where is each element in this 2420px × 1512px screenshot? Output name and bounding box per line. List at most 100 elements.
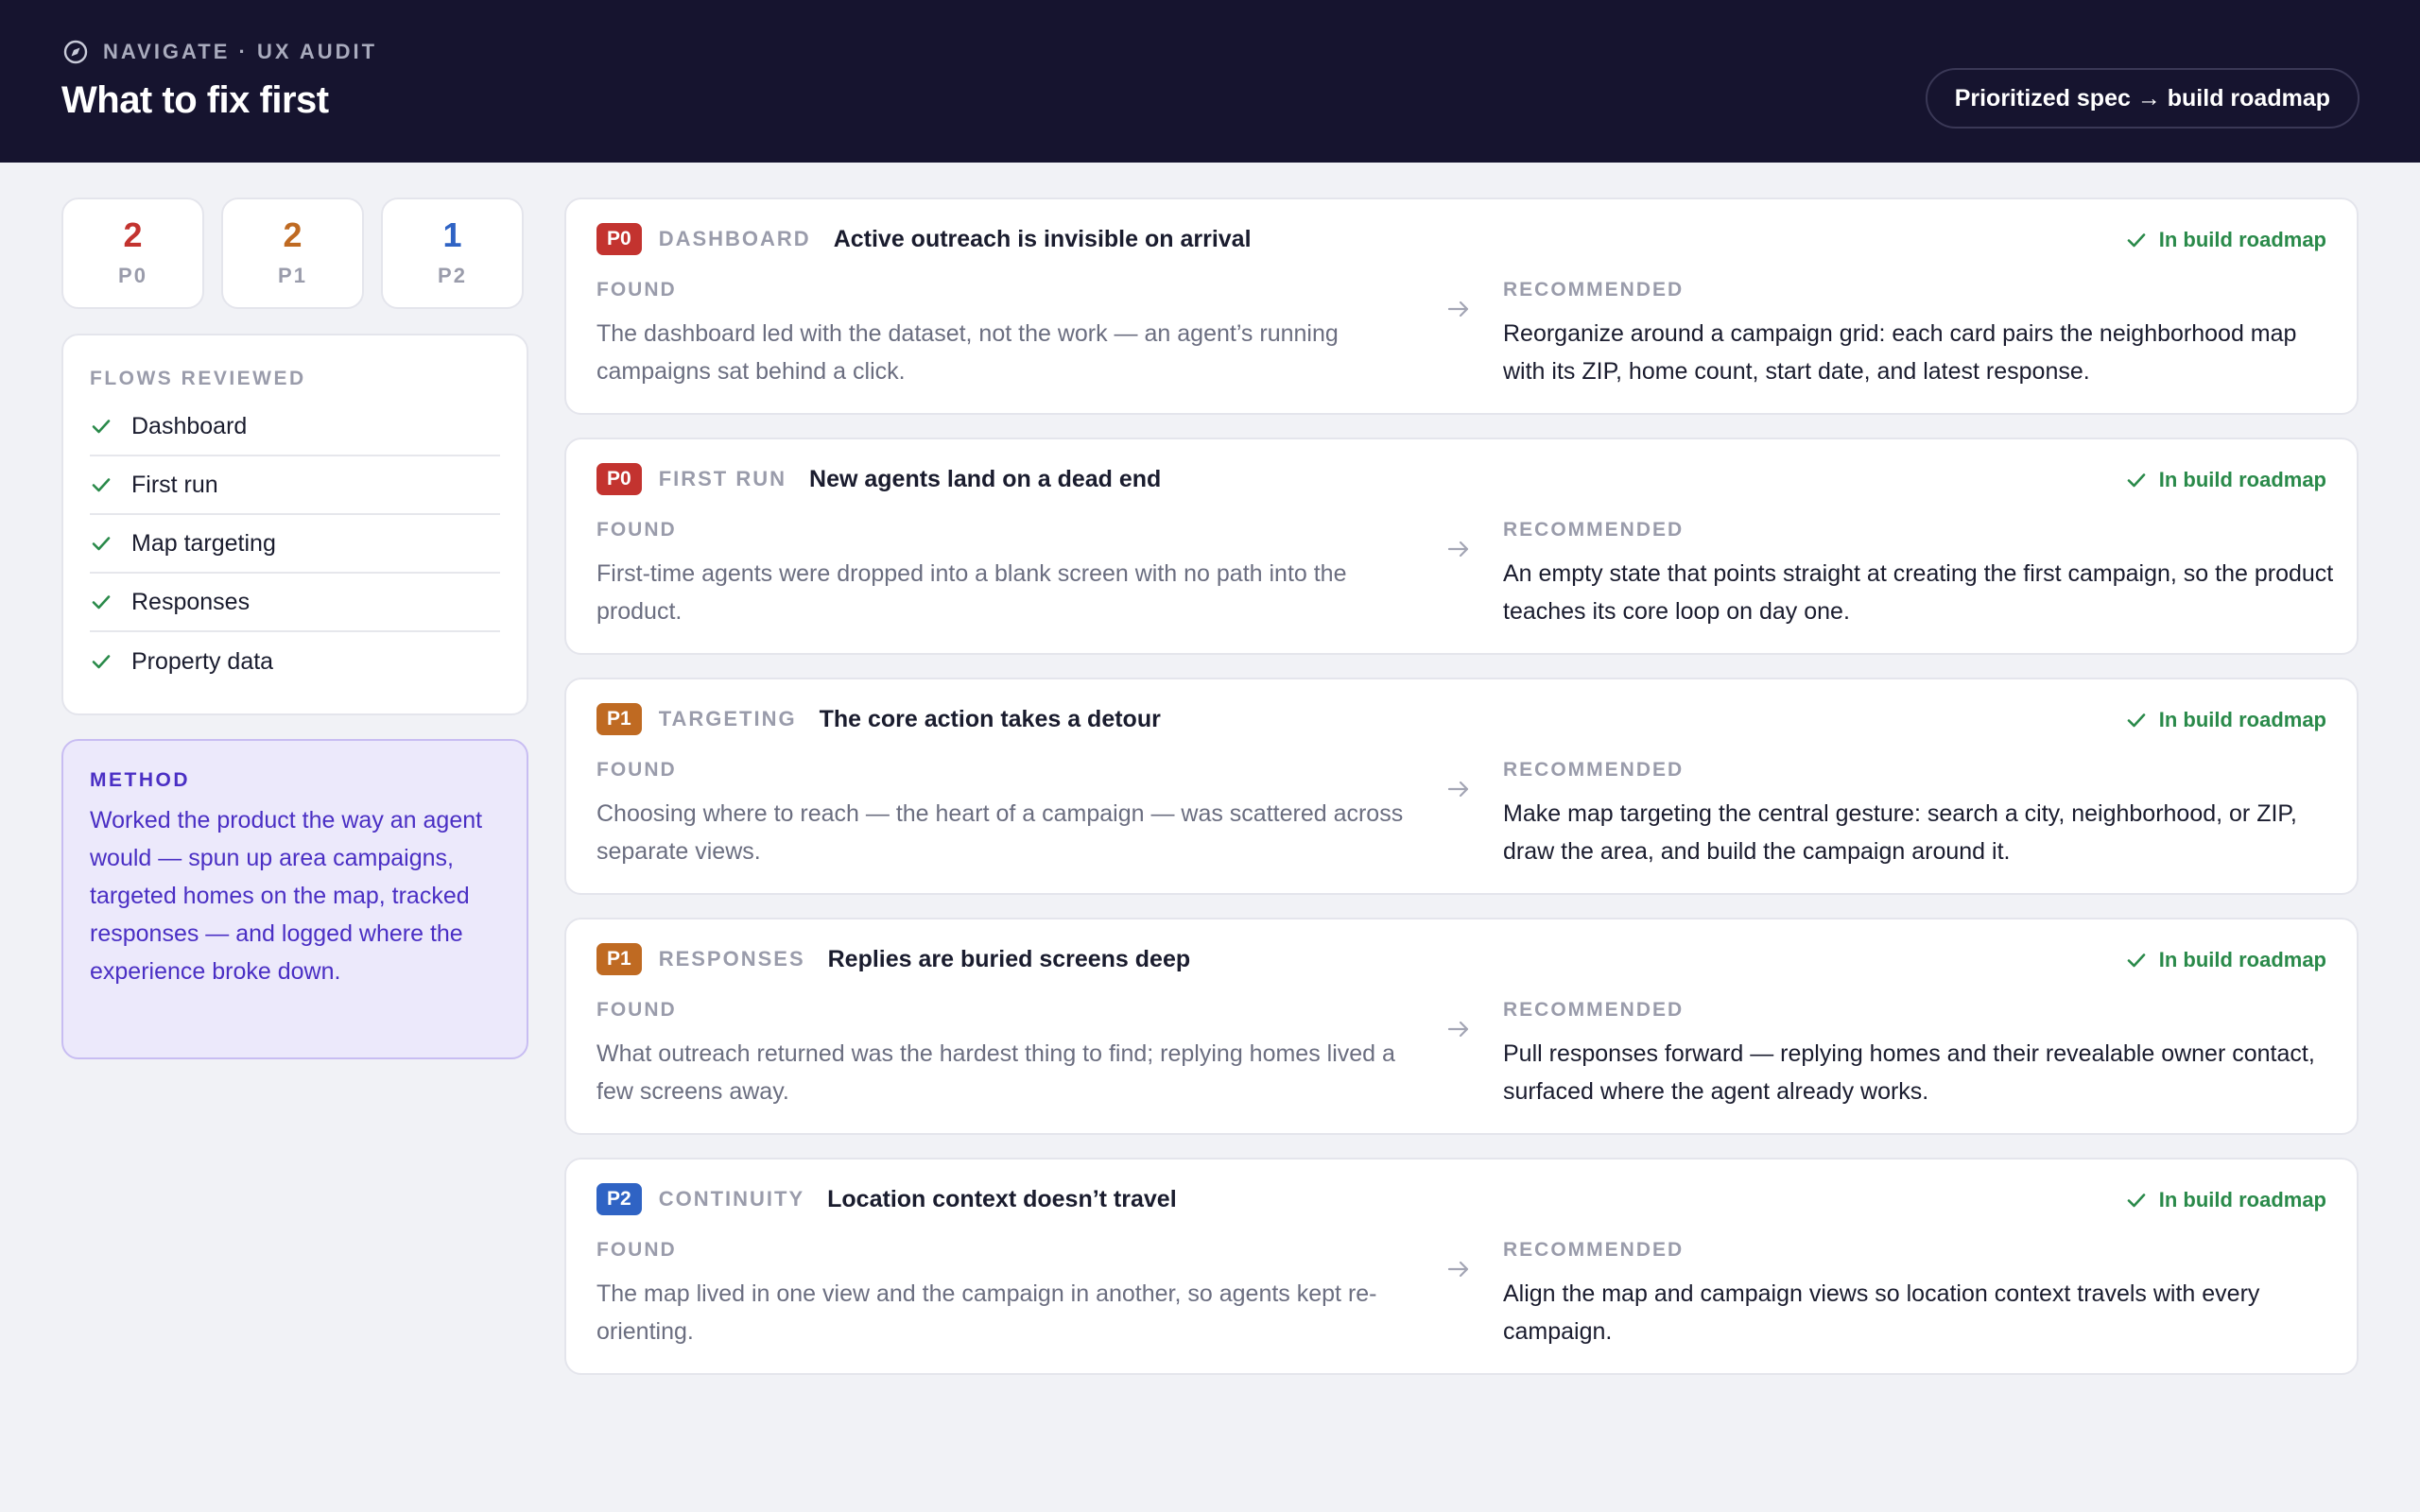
status-label: In build roadmap [2158, 1188, 2326, 1211]
method-panel: METHOD Worked the product the way an age… [61, 739, 528, 1059]
recommended-text: An empty state that points straight at c… [1503, 560, 2334, 625]
finding-area: TARGETING [658, 707, 797, 730]
arrow-right-icon [1445, 1256, 1472, 1282]
finding-area: FIRST RUN [658, 467, 787, 490]
finding-area: CONTINUITY [658, 1187, 805, 1211]
check-icon [2125, 469, 2148, 491]
recommended-label: RECOMMENDED [1503, 999, 1685, 1021]
header: NAVIGATE · UX AUDIT What to fix first Pr… [0, 0, 2420, 163]
finding-title: Location context doesn’t travel [827, 1185, 1177, 1212]
finding-header: P1 RESPONSES Replies are buried screens … [596, 942, 1190, 976]
finding-card: P1 RESPONSES Replies are buried screens … [564, 918, 2359, 1135]
roadmap-status: In build roadmap [2125, 946, 2326, 974]
found-text: The map lived in one view and the campai… [596, 1280, 1377, 1345]
finding-card: P2 CONTINUITY Location context doesn’t t… [564, 1158, 2359, 1375]
check-icon [2125, 949, 2148, 971]
flow-label: Map targeting [131, 529, 276, 557]
check-icon [90, 532, 112, 555]
finding-area: RESPONSES [658, 947, 805, 971]
status-label: In build roadmap [2158, 708, 2326, 731]
priority-badge: P0 [596, 463, 642, 495]
page-title: What to fix first [61, 79, 329, 121]
flow-item: First run [90, 456, 500, 515]
found-label: FOUND [596, 759, 677, 781]
count-label: P1 [278, 264, 307, 287]
recommended-label: RECOMMENDED [1503, 1239, 1685, 1261]
count-card-p1: 2 P1 [221, 198, 364, 309]
status-label: In build roadmap [2158, 228, 2326, 251]
finding-title: Active outreach is invisible on arrival [833, 225, 1252, 252]
found-label: FOUND [596, 279, 677, 301]
flow-label: Dashboard [131, 412, 248, 439]
compass-icon [61, 38, 90, 66]
arrow-right-icon [1445, 776, 1472, 802]
check-icon [2125, 709, 2148, 731]
check-icon [90, 650, 112, 673]
recommended-text: Align the map and campaign views so loca… [1503, 1280, 2260, 1345]
priority-badge: P1 [596, 703, 642, 735]
recommended-text: Reorganize around a campaign grid: each … [1503, 320, 2297, 385]
found-label: FOUND [596, 999, 677, 1021]
finding-header: P0 FIRST RUN New agents land on a dead e… [596, 462, 1161, 496]
found-text: Choosing where to reach — the heart of a… [596, 800, 1404, 865]
roadmap-status: In build roadmap [2125, 466, 2326, 494]
count-value: 1 [442, 215, 462, 254]
count-card-p0: 2 P0 [61, 198, 204, 309]
recommended-text: Make map targeting the central gesture: … [1503, 800, 2297, 865]
check-icon [2125, 229, 2148, 251]
priority-badge: P1 [596, 943, 642, 975]
found-text: What outreach returned was the hardest t… [596, 1040, 1395, 1105]
found-text: First-time agents were dropped into a bl… [596, 560, 1347, 625]
found-label: FOUND [596, 1239, 677, 1261]
finding-card: P1 TARGETING The core action takes a det… [564, 678, 2359, 895]
flow-item: Map targeting [90, 515, 500, 574]
flow-item: Responses [90, 574, 500, 632]
priority-badge: P0 [596, 223, 642, 255]
method-heading: METHOD [90, 769, 190, 791]
found-text: The dashboard led with the dataset, not … [596, 320, 1339, 385]
arrow-right-icon [1445, 1016, 1472, 1042]
status-label: In build roadmap [2158, 948, 2326, 971]
count-value: 2 [283, 215, 302, 254]
flows-heading: FLOWS REVIEWED [90, 368, 306, 389]
check-icon [90, 415, 112, 438]
eyebrow: NAVIGATE · UX AUDIT [61, 38, 377, 66]
count-value: 2 [123, 215, 143, 254]
roadmap-status: In build roadmap [2125, 706, 2326, 734]
check-icon [90, 473, 112, 496]
status-label: In build roadmap [2158, 468, 2326, 491]
flow-label: Property data [131, 647, 274, 675]
check-icon [2125, 1189, 2148, 1211]
finding-card: P0 FIRST RUN New agents land on a dead e… [564, 438, 2359, 655]
flow-label: Responses [131, 588, 251, 615]
method-body: Worked the product the way an agent woul… [90, 807, 483, 985]
findings-list: P0 DASHBOARD Active outreach is invisibl… [564, 198, 2359, 1398]
count-card-p2: 1 P2 [381, 198, 524, 309]
recommended-label: RECOMMENDED [1503, 279, 1685, 301]
finding-header: P0 DASHBOARD Active outreach is invisibl… [596, 222, 1252, 256]
finding-header: P2 CONTINUITY Location context doesn’t t… [596, 1182, 1177, 1216]
flow-item: Property data [90, 632, 500, 691]
finding-title: Replies are buried screens deep [827, 945, 1191, 972]
recommended-label: RECOMMENDED [1503, 759, 1685, 781]
count-label: P0 [118, 264, 147, 287]
arrow-right-icon [1445, 296, 1472, 322]
roadmap-status: In build roadmap [2125, 1186, 2326, 1214]
priority-badge: P2 [596, 1183, 642, 1215]
recommended-text: Pull responses forward — replying homes … [1503, 1040, 2315, 1105]
flow-label: First run [131, 471, 218, 498]
flow-list: Dashboard First run Map targeting Respon… [90, 398, 500, 691]
roadmap-pill[interactable]: Prioritized spec → build roadmap [1925, 68, 2360, 129]
flow-item: Dashboard [90, 398, 500, 456]
finding-card: P0 DASHBOARD Active outreach is invisibl… [564, 198, 2359, 415]
arrow-right-icon [1445, 536, 1472, 562]
count-label: P2 [438, 264, 467, 287]
check-icon [90, 591, 112, 613]
recommended-label: RECOMMENDED [1503, 519, 1685, 541]
found-label: FOUND [596, 519, 677, 541]
finding-title: New agents land on a dead end [809, 465, 1162, 492]
flows-reviewed-panel: FLOWS REVIEWED Dashboard First run Map t… [61, 334, 528, 715]
finding-header: P1 TARGETING The core action takes a det… [596, 702, 1161, 736]
roadmap-status: In build roadmap [2125, 226, 2326, 254]
priority-counts: 2 P0 2 P1 1 P2 [61, 198, 524, 309]
